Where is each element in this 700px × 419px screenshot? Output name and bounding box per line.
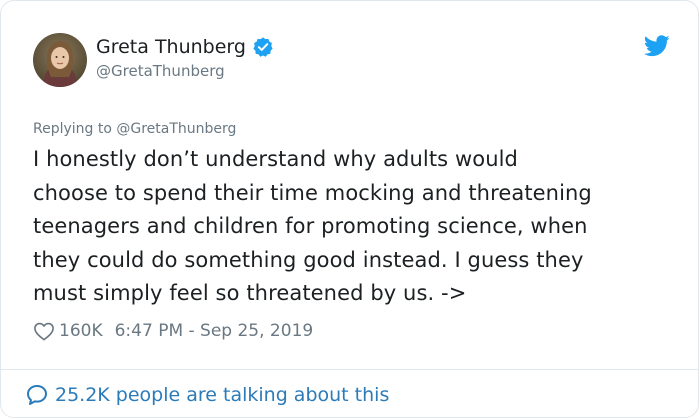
twitter-bird-icon[interactable] (644, 35, 670, 57)
tweet-text: I honestly don’t understand why adults w… (33, 143, 683, 311)
replying-to-label[interactable]: Replying to @GretaThunberg (33, 119, 236, 139)
tweet-text-line: I honestly don’t understand why adults w… (33, 147, 518, 171)
author-names: Greta Thunberg @GretaThunberg (96, 35, 274, 81)
tweet-text-line: choose to spend their time mocking and t… (33, 180, 592, 205)
tweet-meta: 160K 6:47 PM - Sep 25, 2019 (33, 318, 313, 344)
tweet-card: Greta Thunberg @GretaThunberg Replying t… (0, 0, 699, 418)
tweet-text-line: teenagers and children for promoting sci… (33, 214, 588, 238)
display-name-row: Greta Thunberg (96, 35, 274, 59)
conversation-label[interactable]: 25.2K people are talking about this (55, 384, 389, 406)
verified-badge-icon (252, 36, 274, 58)
like-count[interactable]: 160K (59, 321, 103, 341)
heart-icon[interactable] (33, 321, 55, 341)
tweet-header: Greta Thunberg @GretaThunberg (33, 33, 670, 89)
author-display-name[interactable]: Greta Thunberg (96, 35, 246, 59)
conversation-link[interactable]: 25.2K people are talking about this (25, 381, 389, 409)
speech-bubble-icon (25, 383, 49, 407)
footer-divider (1, 369, 698, 370)
author-handle[interactable]: @GretaThunberg (96, 61, 274, 81)
tweet-text-line: must simply feel so threatened by us. -> (33, 281, 467, 305)
tweet-text-line: they could do something good instead. I … (33, 247, 584, 272)
avatar[interactable] (33, 33, 87, 87)
tweet-timestamp[interactable]: 6:47 PM - Sep 25, 2019 (115, 321, 314, 341)
